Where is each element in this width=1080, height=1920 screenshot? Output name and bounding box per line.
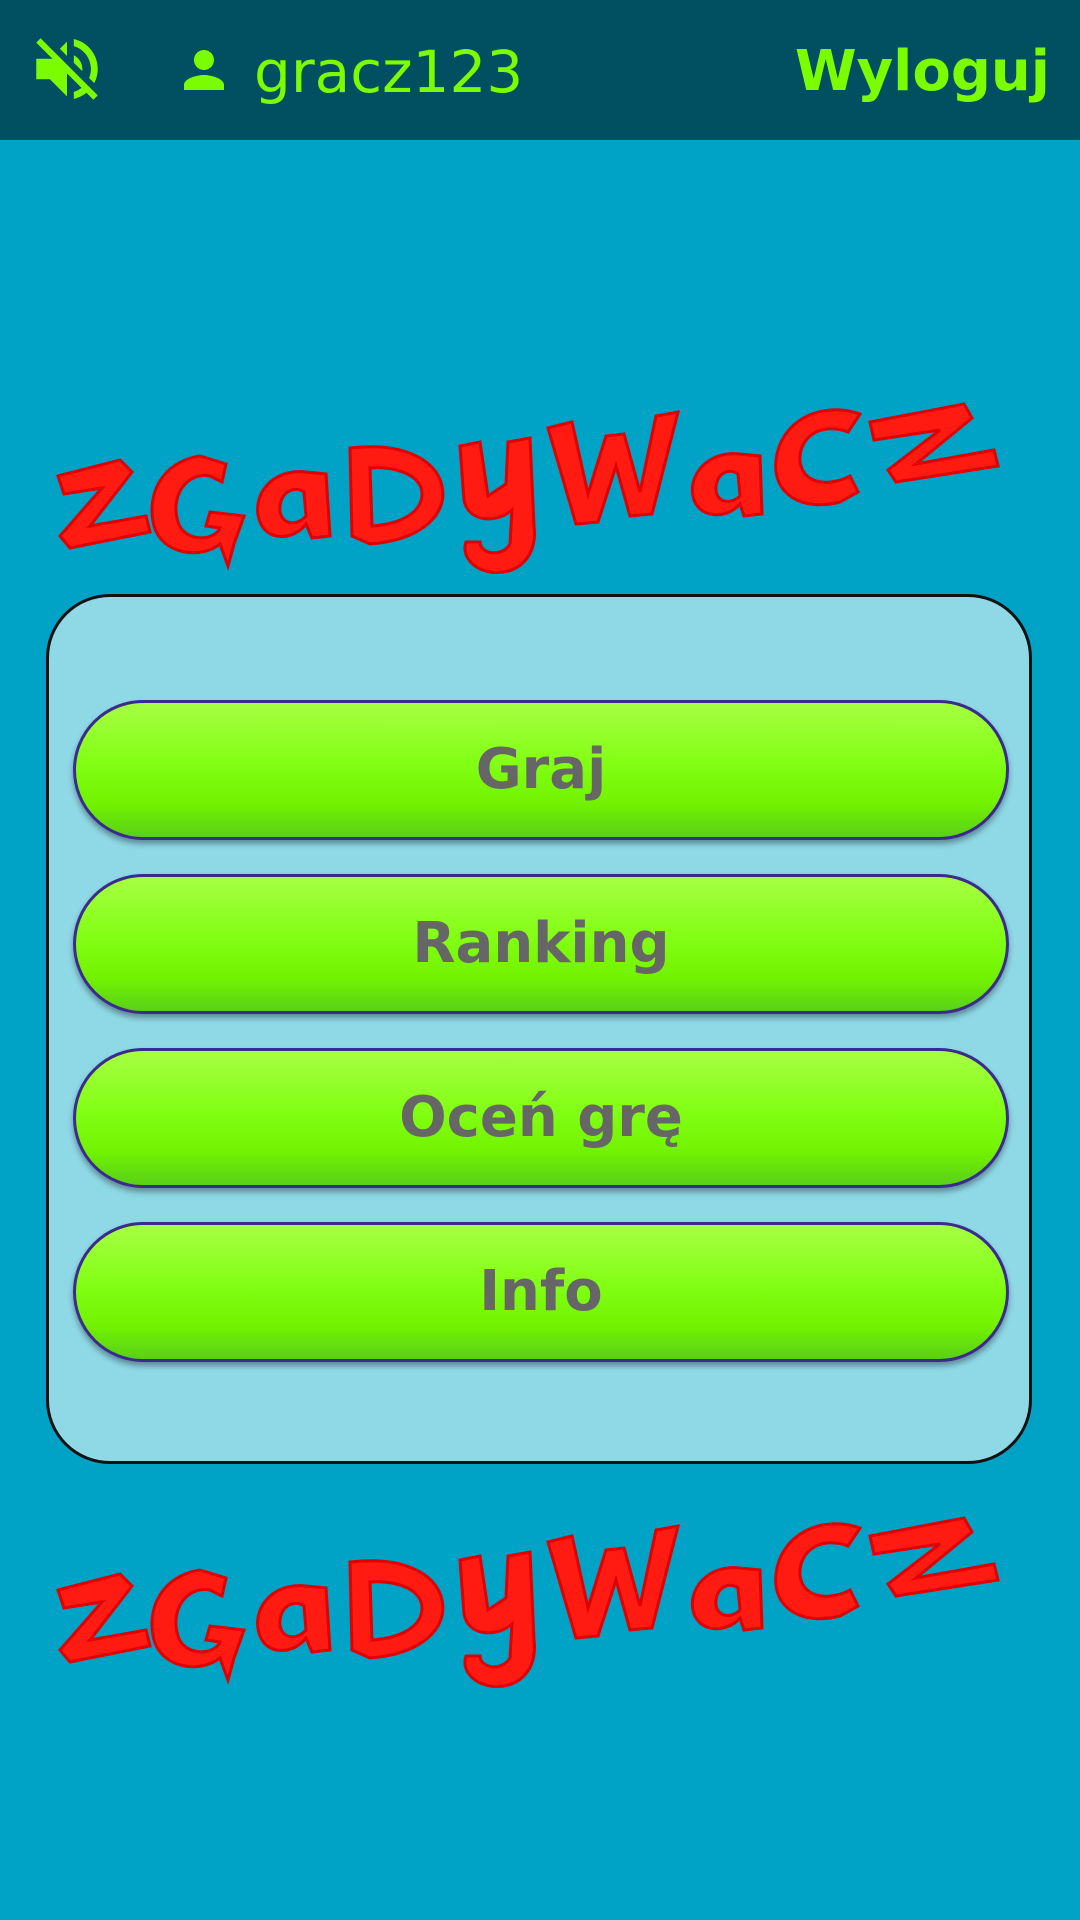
game-logo-top <box>56 402 1000 575</box>
volume-off-icon[interactable] <box>26 28 108 110</box>
logout-button[interactable]: Wyloguj <box>795 32 1050 112</box>
ranking-button[interactable]: Ranking <box>73 874 1009 1014</box>
person-icon <box>184 50 224 90</box>
game-logo-bottom <box>56 1516 1000 1689</box>
play-button[interactable]: Graj <box>73 700 1009 840</box>
username-label: gracz123 <box>254 38 524 106</box>
main-menu-panel: Graj Ranking Oceń grę Info <box>46 594 1032 1464</box>
top-bar: gracz123 Wyloguj <box>0 0 1080 140</box>
info-button[interactable]: Info <box>73 1222 1009 1362</box>
rate-game-button[interactable]: Oceń grę <box>73 1048 1009 1188</box>
